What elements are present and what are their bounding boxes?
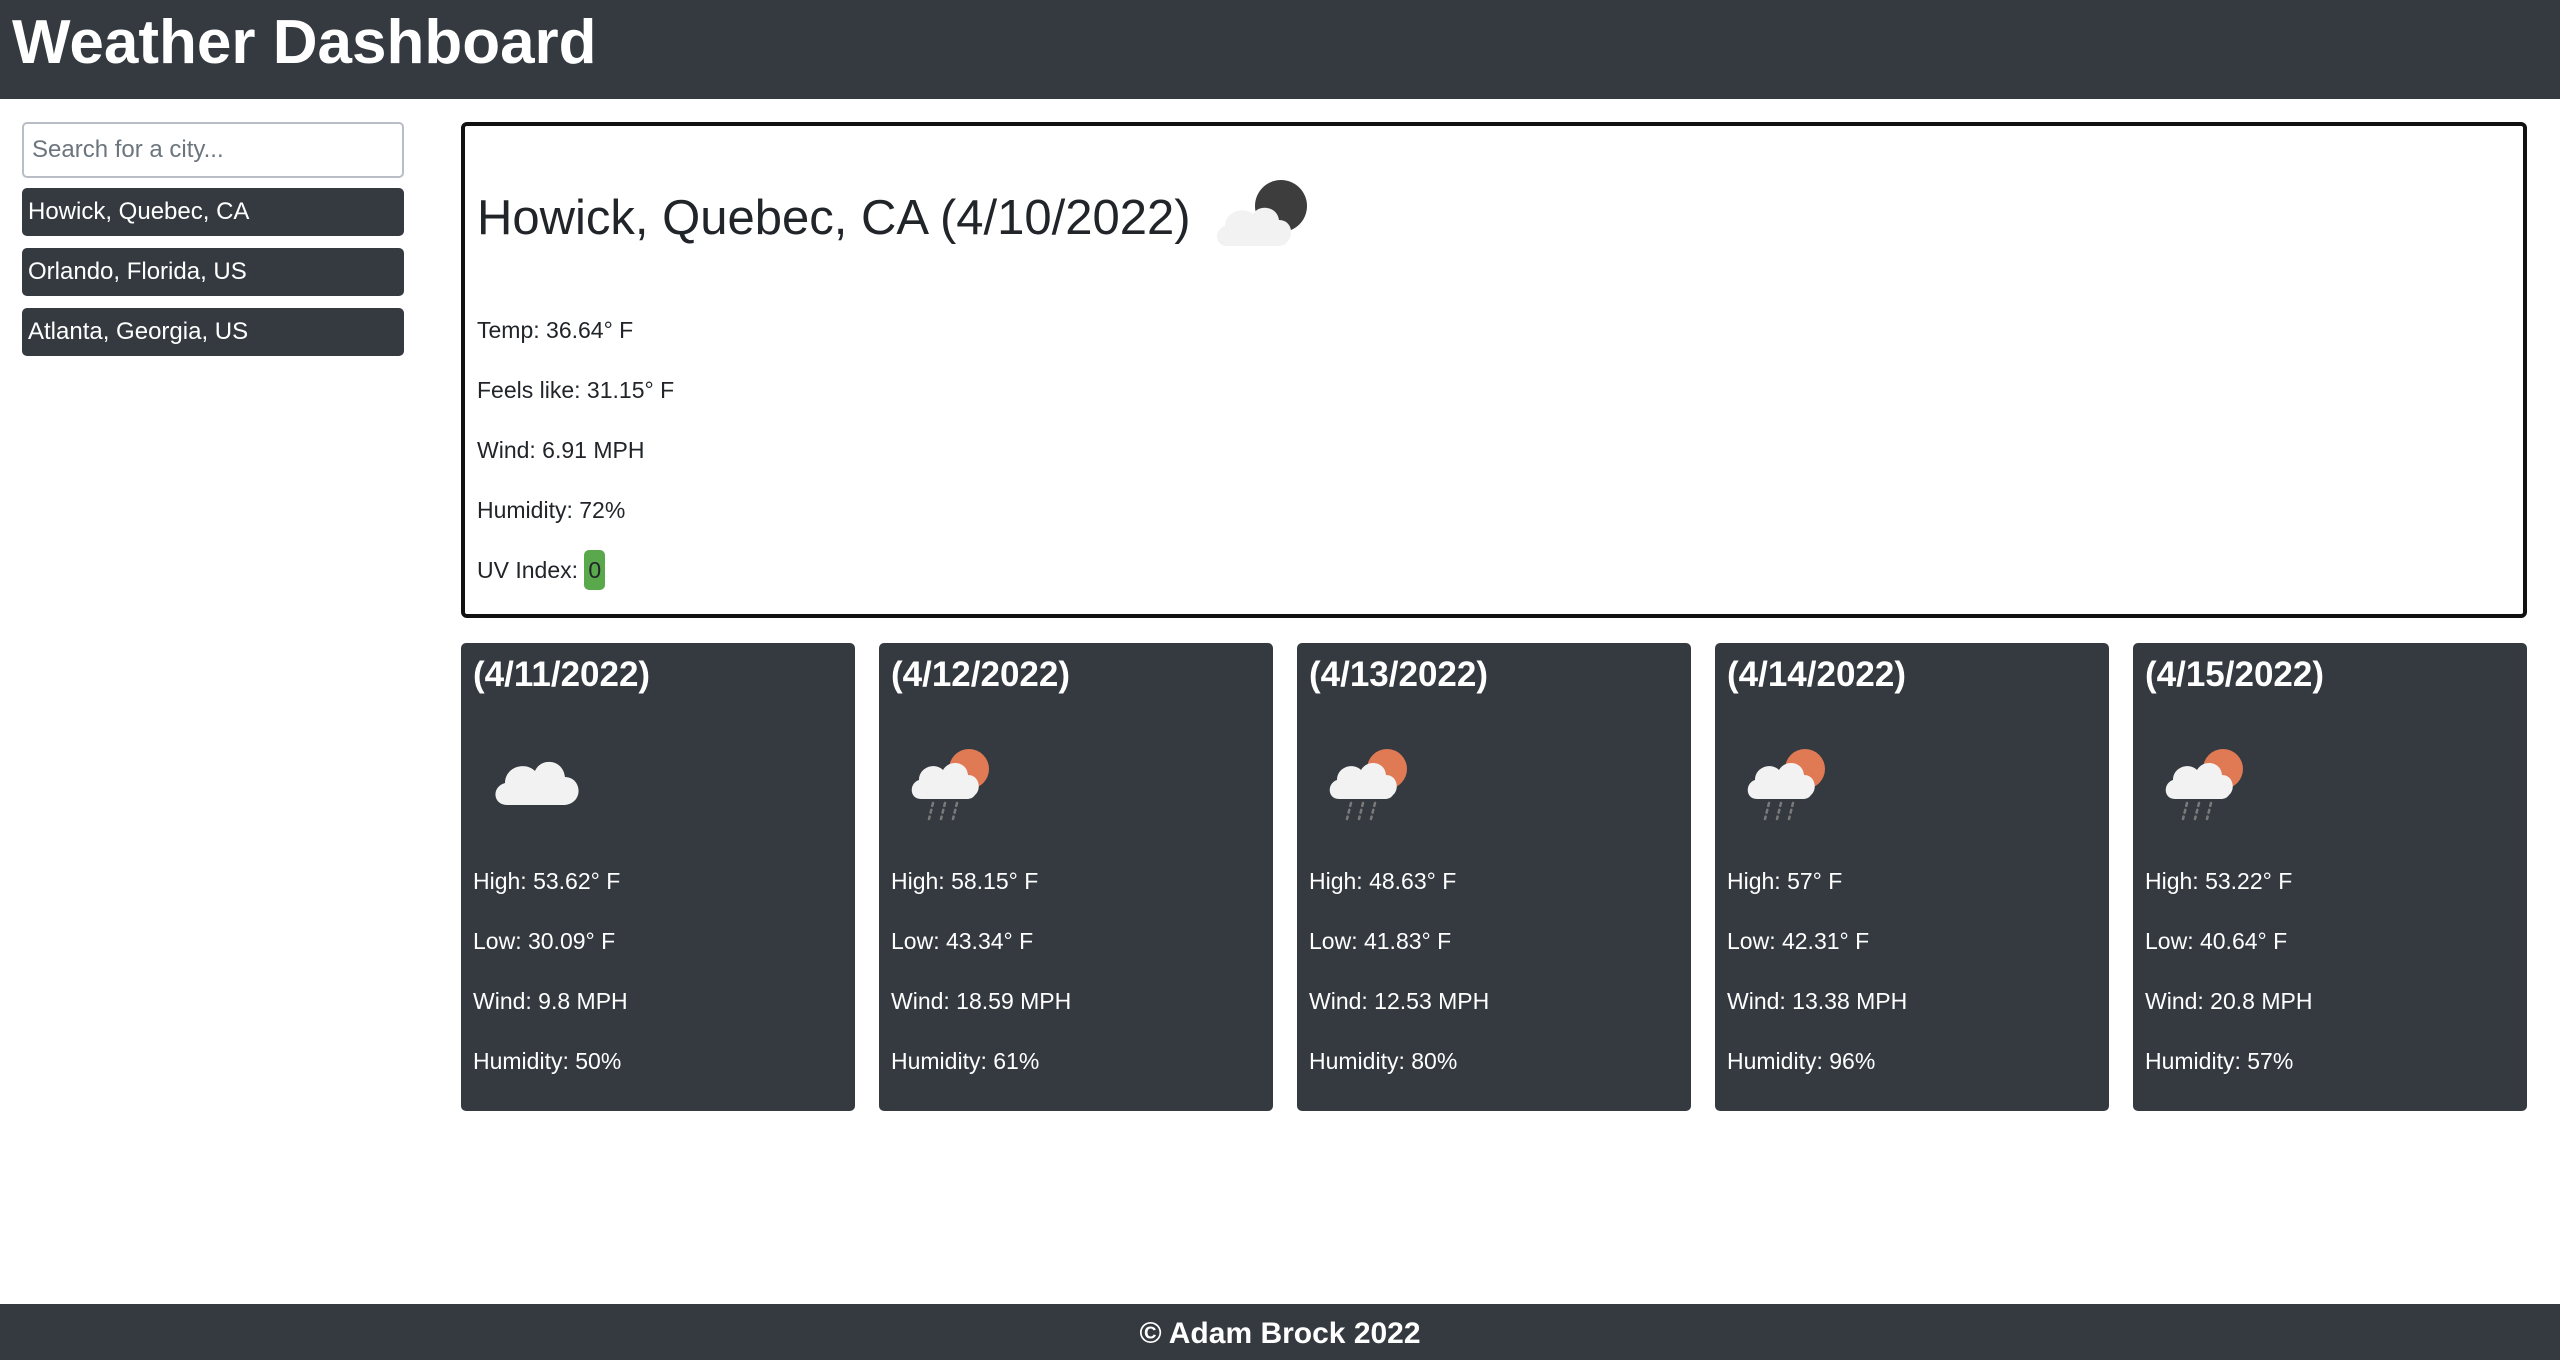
forecast-stats: High: 53.62° F Low: 30.09° F Wind: 9.8 M…	[473, 861, 628, 1101]
forecast-low: Low: 42.31° F	[1727, 928, 1870, 954]
forecast-card: (4/12/2022) High: 58.15° F Low: 43.34° F…	[879, 643, 1273, 1111]
forecast-stats: High: 48.63° F Low: 41.83° F Wind: 12.53…	[1309, 861, 1489, 1101]
forecast-wind: Wind: 13.38 MPH	[1727, 988, 1908, 1014]
forecast-low: Low: 40.64° F	[2145, 928, 2288, 954]
history-button-howick[interactable]: Howick, Quebec, CA	[22, 188, 404, 236]
uv-label: UV Index:	[477, 557, 578, 583]
forecast-low: Low: 41.83° F	[1309, 928, 1452, 954]
forecast-date: (4/12/2022)	[891, 655, 1071, 694]
forecast-date: (4/13/2022)	[1309, 655, 1489, 694]
uv-index-badge: 0	[584, 550, 606, 590]
forecast-date: (4/11/2022)	[473, 655, 651, 694]
sun-cloud-rain-icon	[2161, 743, 2261, 828]
sun-cloud-rain-icon	[1743, 743, 1843, 828]
forecast-date: (4/15/2022)	[2145, 655, 2325, 694]
page-title: Weather Dashboard	[12, 8, 597, 77]
sun-cloud-rain-icon	[907, 743, 1007, 828]
forecast-date: (4/14/2022)	[1727, 655, 1907, 694]
forecast-humidity: Humidity: 50%	[473, 1048, 622, 1074]
forecast-card: (4/11/2022) High: 53.62° F Low: 30.09° F…	[461, 643, 855, 1111]
sidebar: Howick, Quebec, CA Orlando, Florida, US …	[22, 122, 404, 368]
forecast-humidity: Humidity: 57%	[2145, 1048, 2294, 1074]
night-cloud-icon	[1211, 178, 1317, 257]
five-day-forecast: (4/11/2022) High: 53.62° F Low: 30.09° F…	[461, 643, 2527, 1111]
current-temp: Temp: 36.64° F	[477, 317, 634, 343]
forecast-humidity: Humidity: 80%	[1309, 1048, 1458, 1074]
forecast-card: (4/15/2022) High: 53.22° F Low: 40.64° F…	[2133, 643, 2527, 1111]
current-humidity: Humidity: 72%	[477, 497, 626, 523]
footer: © Adam Brock 2022	[0, 1304, 2560, 1360]
forecast-humidity: Humidity: 96%	[1727, 1048, 1876, 1074]
sun-cloud-rain-icon	[1325, 743, 1425, 828]
current-title-row: Howick, Quebec, CA (4/10/2022)	[477, 178, 1317, 257]
current-weather-panel: Howick, Quebec, CA (4/10/2022) Temp: 36.…	[461, 122, 2527, 618]
history-button-atlanta[interactable]: Atlanta, Georgia, US	[22, 308, 404, 356]
search-input[interactable]	[22, 122, 404, 178]
forecast-wind: Wind: 18.59 MPH	[891, 988, 1072, 1014]
forecast-stats: High: 57° F Low: 42.31° F Wind: 13.38 MP…	[1727, 861, 1907, 1101]
current-stats: Temp: 36.64° F Feels like: 31.15° F Wind…	[477, 310, 674, 610]
forecast-stats: High: 53.22° F Low: 40.64° F Wind: 20.8 …	[2145, 861, 2312, 1101]
forecast-high: High: 53.62° F	[473, 868, 621, 894]
search-history: Howick, Quebec, CA Orlando, Florida, US …	[22, 188, 404, 356]
forecast-wind: Wind: 20.8 MPH	[2145, 988, 2313, 1014]
history-button-orlando[interactable]: Orlando, Florida, US	[22, 248, 404, 296]
forecast-card: (4/14/2022) High: 57° F Low: 42.31° F Wi…	[1715, 643, 2109, 1111]
forecast-stats: High: 58.15° F Low: 43.34° F Wind: 18.59…	[891, 861, 1071, 1101]
current-city-title: Howick, Quebec, CA (4/10/2022)	[477, 190, 1191, 245]
forecast-high: High: 48.63° F	[1309, 868, 1457, 894]
forecast-high: High: 57° F	[1727, 868, 1843, 894]
current-uv: UV Index: 0	[477, 550, 674, 610]
forecast-low: Low: 43.34° F	[891, 928, 1034, 954]
forecast-low: Low: 30.09° F	[473, 928, 616, 954]
current-feels-like: Feels like: 31.15° F	[477, 377, 675, 403]
forecast-wind: Wind: 9.8 MPH	[473, 988, 628, 1014]
forecast-high: High: 58.15° F	[891, 868, 1039, 894]
forecast-humidity: Humidity: 61%	[891, 1048, 1040, 1074]
forecast-wind: Wind: 12.53 MPH	[1309, 988, 1490, 1014]
forecast-high: High: 53.22° F	[2145, 868, 2293, 894]
forecast-card: (4/13/2022) High: 48.63° F Low: 41.83° F…	[1297, 643, 1691, 1111]
current-wind: Wind: 6.91 MPH	[477, 437, 645, 463]
cloud-icon	[489, 743, 589, 818]
header: Weather Dashboard	[0, 0, 2560, 99]
